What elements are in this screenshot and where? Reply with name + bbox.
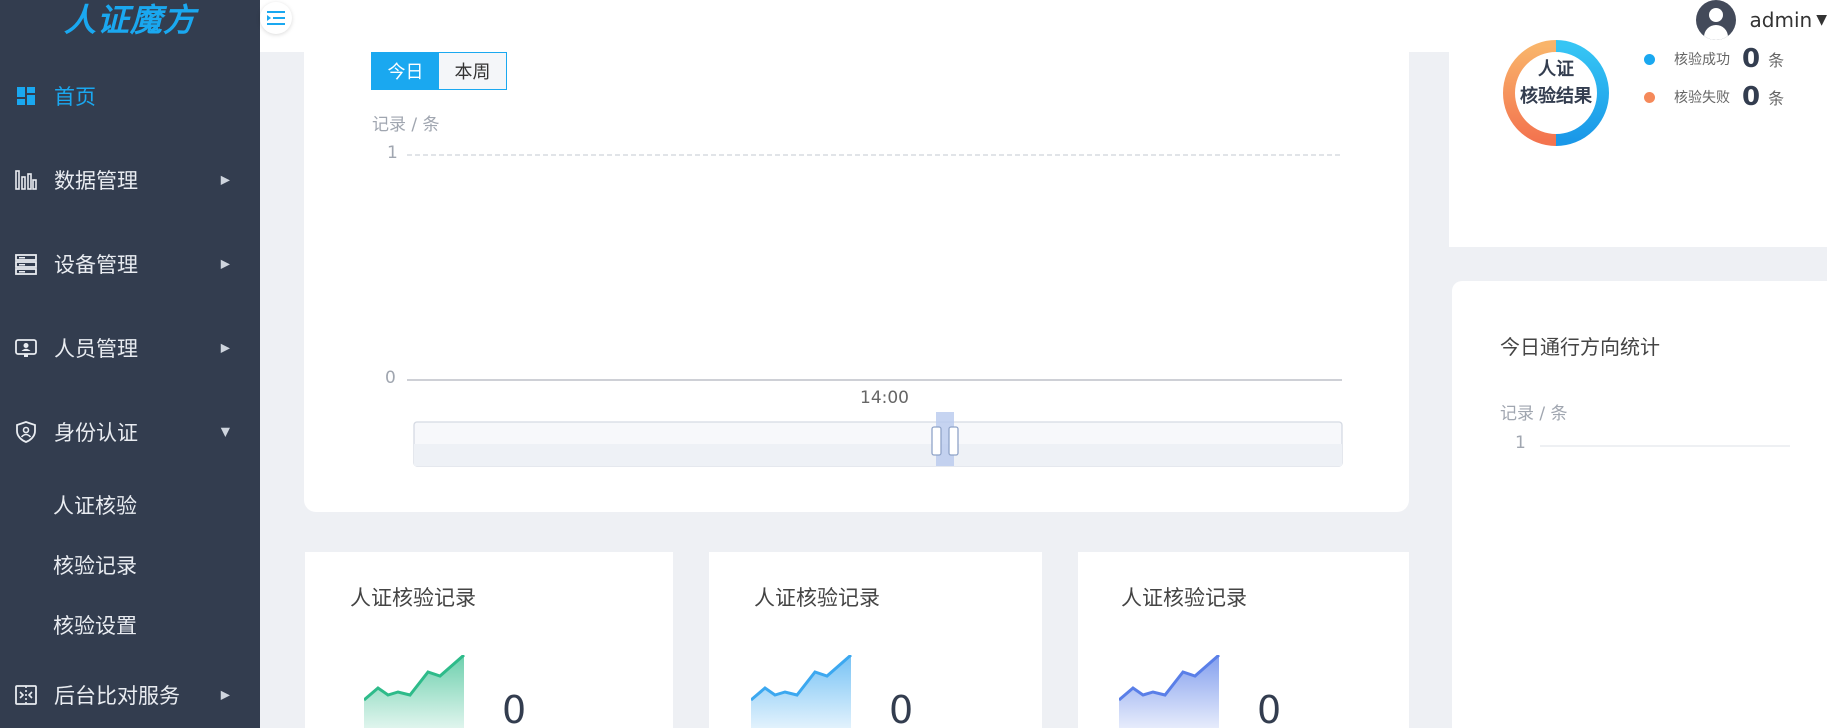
stat-card: 人证核验记录 0 [709, 552, 1042, 728]
monitor-person-icon [14, 336, 38, 360]
legend-unit: 条 [1768, 89, 1785, 108]
sidebar-item-label: 首页 [54, 85, 96, 109]
sidebar-item-label: 后台比对服务 [54, 684, 180, 708]
caret-down-icon: ▼ [220, 424, 230, 439]
menu-fold-icon [267, 11, 285, 25]
shield-user-icon [14, 420, 38, 444]
card-title: 人证核验记录 [350, 586, 476, 610]
caret-right-icon: ▶ [220, 256, 230, 271]
card-value: 0 [1257, 688, 1282, 728]
bar-chart-icon [14, 168, 38, 192]
legend-failure: 核验失败 0 条 [1644, 82, 1784, 112]
card-title: 人证核验记录 [754, 586, 880, 610]
sidebar-subitem-verification-settings[interactable]: 核验设置 [53, 610, 137, 640]
success-count: 0 [1742, 44, 1761, 74]
legend-success: 核验成功 0 条 [1644, 44, 1784, 74]
direction-chart [1540, 445, 1790, 447]
sparkline-icon [1119, 655, 1220, 728]
legend-dot [1644, 91, 1655, 103]
sidebar-subitem-verification-records[interactable]: 核验记录 [53, 550, 137, 580]
sidebar-item-identity-auth[interactable]: 身份认证 ▼ [0, 402, 260, 462]
sidebar-item-device-management[interactable]: 设备管理 ▶ [0, 234, 260, 294]
verification-result-panel: 人证 核验结果 核验成功 0 条 核验失败 0 条 [1449, 40, 1827, 247]
card-title: 人证核验记录 [1121, 586, 1247, 610]
caret-right-icon: ▶ [220, 340, 230, 355]
data-zoom-handle-left[interactable] [931, 426, 942, 456]
failure-count: 0 [1742, 82, 1761, 112]
sparkline-icon [751, 655, 852, 728]
sidebar-toggle-button[interactable] [260, 2, 292, 34]
caret-down-icon: ▼ [1816, 12, 1827, 28]
sidebar-item-home[interactable]: 首页 [0, 66, 260, 126]
sidebar-item-data-management[interactable]: 数据管理 ▶ [0, 150, 260, 210]
sidebar-item-label: 设备管理 [54, 253, 138, 277]
user-name: admin [1749, 8, 1813, 32]
legend-dot [1644, 53, 1655, 65]
compare-icon [14, 683, 38, 707]
sidebar: 人证魔方 首页 数据管理 ▶ 设备管理 ▶ 人员管理 ▶ 身份认证 ▼ 人证核验… [0, 0, 260, 728]
direction-stats-panel: 今日通行方向统计 记录 / 条 1 [1452, 281, 1827, 728]
sidebar-subitem-id-verification[interactable]: 人证核验 [53, 490, 137, 520]
user-menu[interactable]: admin ▼ [1695, 0, 1827, 40]
legend-unit: 条 [1768, 51, 1785, 70]
trend-chart [407, 154, 1343, 467]
logo: 人证魔方 [0, 0, 260, 52]
sparkline-icon [364, 655, 465, 728]
sidebar-item-label: 人员管理 [54, 337, 138, 361]
logo-text: 人证魔方 [63, 1, 196, 39]
sidebar-item-label: 身份认证 [54, 421, 138, 445]
caret-right-icon: ▶ [220, 687, 230, 702]
stat-card: 人证核验记录 0 [305, 552, 673, 728]
card-value: 0 [889, 688, 914, 728]
data-zoom-handle-right[interactable] [948, 426, 959, 456]
stat-card: 人证核验记录 0 [1078, 552, 1409, 728]
legend-label: 核验成功 [1674, 52, 1730, 68]
sidebar-item-personnel-management[interactable]: 人员管理 ▶ [0, 318, 260, 378]
sidebar-item-label: 数据管理 [54, 169, 138, 193]
avatar [1695, 0, 1736, 40]
data-zoom-shadow [414, 444, 1342, 466]
sidebar-item-backend-compare[interactable]: 后台比对服务 ▶ [0, 665, 260, 725]
verification-trend-panel: 今日 本周 记录 / 条 1 0 14:00 [304, 52, 1409, 512]
caret-right-icon: ▶ [220, 172, 230, 187]
ring-title: 人证 核验结果 [1520, 59, 1592, 107]
x-tick-label: 14:00 [860, 388, 909, 408]
legend-label: 核验失败 [1674, 90, 1730, 106]
server-icon [14, 252, 38, 276]
dashboard-icon [14, 84, 38, 108]
card-value: 0 [502, 688, 527, 728]
